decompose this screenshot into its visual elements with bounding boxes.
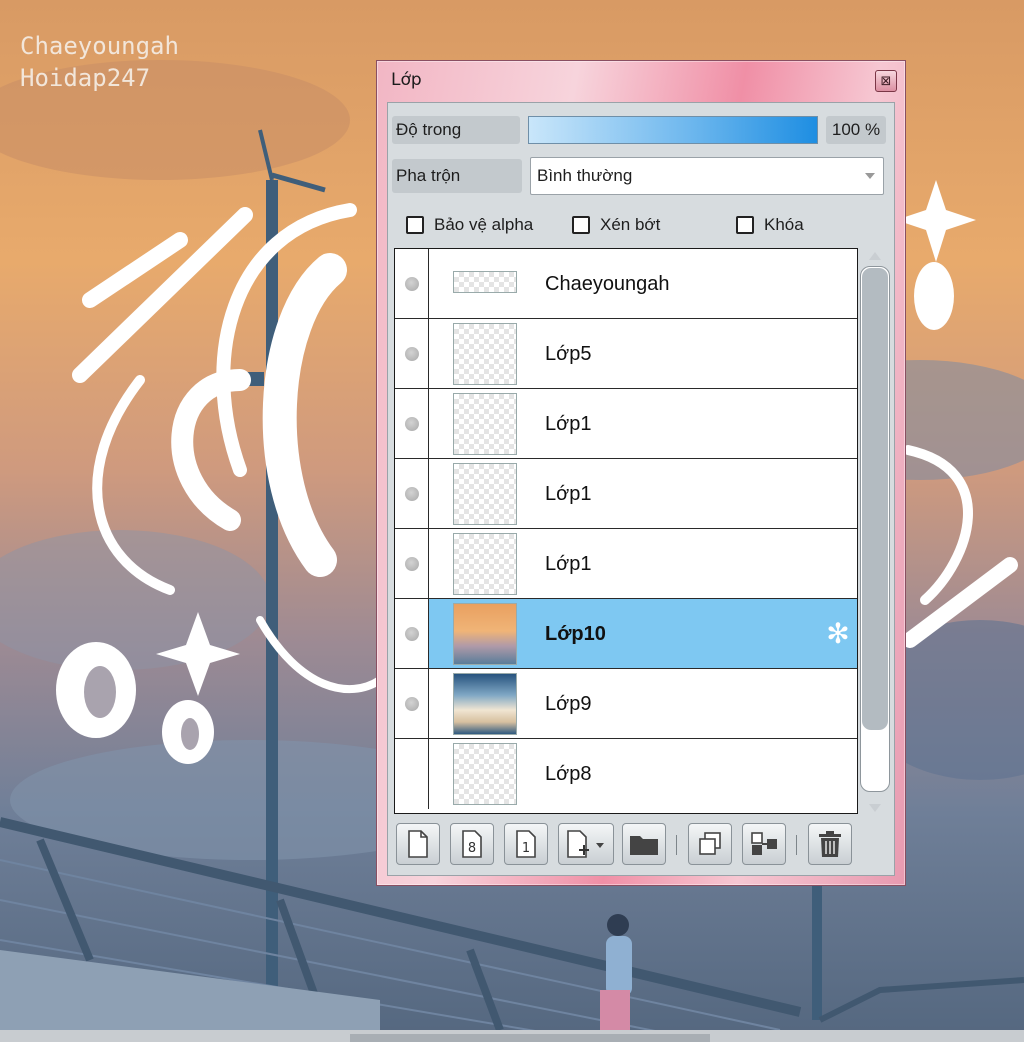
layer-name-area[interactable]: Lớp1 (429, 529, 857, 598)
layer-row[interactable]: Chaeyoungah (395, 249, 857, 319)
visibility-icon (404, 346, 419, 361)
protect-alpha-label: Bảo vệ alpha (434, 215, 534, 234)
add-layer-menu-button[interactable] (558, 823, 614, 865)
opacity-value: 100 % (826, 116, 886, 144)
panel-content: Độ trong 100 % Pha trộn Bình thường Bảo … (387, 102, 895, 876)
visibility-icon (404, 486, 419, 501)
clipping-label: Xén bớt (600, 215, 661, 234)
visibility-toggle[interactable] (395, 389, 429, 458)
delete-layer-button[interactable] (808, 823, 852, 865)
visibility-toggle[interactable] (395, 599, 429, 668)
layer-thumbnail (453, 673, 517, 735)
watermark-line-1: Chaeyoungah (20, 32, 179, 60)
add-layer-menu-icon (567, 830, 604, 858)
merge-layer-icon (751, 832, 777, 855)
new-folder-button[interactable] (622, 823, 666, 865)
layer-name-area[interactable]: Lớp8 (429, 739, 857, 809)
layer-row[interactable]: Lớp1 (395, 389, 857, 459)
scroll-thumb[interactable] (862, 268, 888, 730)
watermark-text: Chaeyoungah Hoidap247 (20, 30, 179, 94)
layer-row-selected[interactable]: Lớp10 ✻ (395, 599, 857, 669)
lock-checkbox[interactable]: Khóa (736, 213, 804, 237)
new-1bit-layer-icon: 1 (516, 830, 536, 858)
layer-thumbnail (453, 393, 517, 455)
new-8bit-layer-icon: 8 (462, 830, 482, 858)
lock-label: Khóa (764, 215, 804, 234)
protect-alpha-box[interactable] (406, 216, 424, 234)
layer-name-area[interactable]: Chaeyoungah (429, 249, 857, 318)
layer-name: Lớp9 (545, 693, 592, 715)
chevron-down-icon (865, 173, 875, 179)
blend-mode-value: Bình thường (537, 166, 633, 185)
layer-name: Lớp8 (545, 763, 592, 785)
watermark-line-2: Hoidap247 (20, 64, 151, 92)
layer-thumbnail (453, 743, 517, 805)
blend-mode-label: Pha trộn (392, 159, 522, 193)
layer-name: Lớp10 (545, 623, 606, 645)
opacity-label: Độ trong (392, 116, 520, 144)
panel-title: Lớp (391, 70, 422, 90)
layer-thumbnail (453, 463, 517, 525)
layer-name-area[interactable]: Lớp9 (429, 669, 857, 738)
layer-name: Lớp5 (545, 343, 592, 365)
layer-row[interactable]: Lớp9 (395, 669, 857, 739)
visibility-icon (404, 696, 419, 711)
clipping-checkbox[interactable]: Xén bớt (572, 213, 660, 237)
toolbar-divider (676, 835, 677, 855)
layers-panel: Lớp ⊠ Độ trong 100 % Pha trộn Bình thườn… (376, 60, 906, 886)
gear-icon[interactable]: ✻ (823, 619, 853, 649)
merge-layer-button[interactable] (742, 823, 786, 865)
blend-mode-select[interactable]: Bình thường (530, 157, 884, 195)
scroll-track[interactable] (860, 266, 890, 792)
visibility-icon (404, 416, 419, 431)
visibility-toggle[interactable] (395, 249, 429, 318)
layer-thumbnail (453, 271, 517, 293)
duplicate-layer-icon (699, 832, 721, 855)
layer-name: Lớp1 (545, 553, 592, 575)
layer-list: Chaeyoungah Lớp5 Lớp1 Lớp1 Lớp1 Lớp10 ✻ … (394, 248, 858, 814)
visibility-icon (404, 276, 419, 291)
layer-name: Lớp1 (545, 413, 592, 435)
layer-name-area[interactable]: Lớp5 (429, 319, 857, 388)
layer-toolbar: 8 1 (394, 823, 890, 869)
layer-thumbnail (453, 533, 517, 595)
layer-thumbnail (453, 603, 517, 665)
visibility-toggle[interactable] (395, 669, 429, 738)
new-layer-icon (408, 830, 428, 858)
layer-row[interactable]: Lớp1 (395, 529, 857, 599)
scroll-up-icon[interactable] (869, 252, 881, 260)
new-1bit-layer-button[interactable]: 1 (504, 823, 548, 865)
toolbar-divider (796, 835, 797, 855)
layer-name: Chaeyoungah (545, 273, 670, 295)
layer-name-area[interactable]: Lớp1 (429, 389, 857, 458)
layer-row[interactable]: Lớp1 (395, 459, 857, 529)
close-icon: ⊠ (880, 73, 892, 89)
visibility-icon (404, 556, 419, 571)
visibility-toggle[interactable] (395, 459, 429, 528)
layer-row[interactable]: Lớp8 (395, 739, 857, 809)
protect-alpha-checkbox[interactable]: Bảo vệ alpha (406, 213, 533, 237)
close-button[interactable]: ⊠ (875, 70, 897, 92)
layer-name-area[interactable]: Lớp1 (429, 459, 857, 528)
opacity-slider[interactable] (528, 116, 818, 144)
scroll-down-icon[interactable] (869, 804, 881, 812)
trash-icon (819, 831, 841, 857)
svg-text:8: 8 (468, 841, 476, 856)
new-8bit-layer-button[interactable]: 8 (450, 823, 494, 865)
visibility-toggle[interactable] (395, 739, 429, 809)
svg-text:1: 1 (522, 841, 530, 856)
layer-name: Lớp1 (545, 483, 592, 505)
folder-icon (630, 836, 658, 855)
clipping-box[interactable] (572, 216, 590, 234)
layer-list-scrollbar[interactable] (860, 248, 890, 814)
layer-thumbnail (453, 323, 517, 385)
visibility-toggle[interactable] (395, 319, 429, 388)
visibility-icon (404, 626, 419, 641)
visibility-toggle[interactable] (395, 529, 429, 598)
layer-row[interactable]: Lớp5 (395, 319, 857, 389)
new-layer-button[interactable] (396, 823, 440, 865)
lock-box[interactable] (736, 216, 754, 234)
layer-name-area[interactable]: Lớp10 ✻ (429, 599, 857, 668)
duplicate-layer-button[interactable] (688, 823, 732, 865)
